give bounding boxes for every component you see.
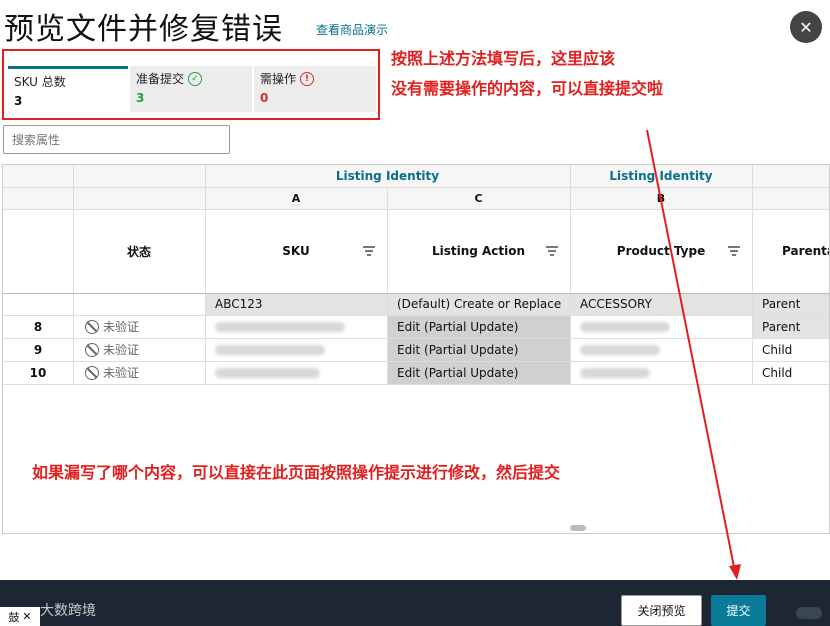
not-validated-icon — [85, 365, 99, 380]
product-type-column-header[interactable]: Product Type — [570, 209, 752, 293]
sku-cell[interactable] — [205, 315, 387, 338]
page-title: 预览文件并修复错误 — [4, 12, 283, 47]
group-header-blank — [752, 165, 829, 187]
filter-icon[interactable] — [363, 246, 375, 256]
default-parentage-cell[interactable]: Parent — [752, 293, 829, 315]
column-letter-c: C — [387, 187, 570, 209]
sku-total-card[interactable]: SKU 总数 3 — [8, 66, 128, 112]
check-circle-icon: ✓ — [188, 71, 203, 86]
default-action-cell[interactable]: (Default) Create or Replace — [387, 293, 570, 315]
sku-column-header[interactable]: SKU — [205, 209, 387, 293]
row-status: 未验证 — [73, 361, 205, 384]
tab-chip-label: 鼓 — [8, 610, 20, 624]
watermark: 大数跨境 — [40, 603, 96, 619]
default-sku-cell[interactable]: ABC123 — [205, 293, 387, 315]
product-type-cell[interactable] — [570, 361, 752, 384]
listing-action-cell[interactable]: Edit (Partial Update) — [387, 361, 570, 384]
parentage-cell[interactable]: Parent — [752, 315, 829, 338]
default-product-type-cell[interactable]: ACCESSORY — [570, 293, 752, 315]
horizontal-scrollbar[interactable] — [570, 525, 586, 531]
annotation-top: 按照上述方法填写后，这里应该 没有需要操作的内容，可以直接提交啦 — [391, 44, 791, 104]
row-status: 未验证 — [73, 315, 205, 338]
not-validated-icon — [85, 319, 99, 334]
close-icon[interactable]: ✕ — [22, 610, 31, 623]
default-row-number — [3, 293, 73, 315]
close-preview-button[interactable]: 关闭预览 — [621, 595, 702, 626]
grid-header-blank — [73, 165, 205, 187]
letter-row-blank — [3, 187, 205, 209]
footer-bar: 大数跨境 鼓 ✕ 关闭预览 提交 — [0, 580, 830, 626]
product-type-header-label: Product Type — [616, 244, 706, 258]
parentage-cell[interactable]: Child — [752, 338, 829, 361]
action-needed-label: 需操作 — [260, 72, 297, 86]
status-text: 未验证 — [103, 343, 140, 357]
column-letter-a: A — [205, 187, 387, 209]
filter-icon[interactable] — [546, 246, 558, 256]
sku-header-label: SKU — [282, 244, 310, 258]
action-needed-value: 0 — [260, 91, 269, 105]
sku-total-label: SKU 总数 — [14, 75, 66, 89]
sku-cell[interactable] — [205, 338, 387, 361]
product-type-cell[interactable] — [570, 338, 752, 361]
toggle-pill[interactable] — [796, 607, 822, 619]
parentage-column-header[interactable]: Parenta — [752, 209, 829, 293]
status-column-header: 状态 — [73, 209, 205, 293]
sku-cell[interactable] — [205, 361, 387, 384]
filter-icon[interactable] — [728, 246, 740, 256]
ready-value: 3 — [136, 91, 145, 105]
row-number: 10 — [3, 361, 73, 384]
annotation-bottom: 如果漏写了哪个内容，可以直接在此页面按照操作提示进行修改，然后提交 — [32, 463, 561, 482]
status-text: 未验证 — [103, 320, 140, 334]
view-demo-link[interactable]: 查看商品演示 — [316, 21, 388, 38]
annotation-top-line1: 按照上述方法填写后，这里应该 — [391, 49, 616, 68]
sku-total-value: 3 — [14, 94, 23, 108]
listing-action-cell[interactable]: Edit (Partial Update) — [387, 338, 570, 361]
product-type-cell[interactable] — [570, 315, 752, 338]
row-number: 9 — [3, 338, 73, 361]
not-validated-icon — [85, 342, 99, 357]
column-letter-blank — [752, 187, 829, 209]
parentage-cell[interactable]: Child — [752, 361, 829, 384]
listing-action-header-label: Listing Action — [431, 244, 526, 258]
row-number-header — [3, 209, 73, 293]
row-number: 8 — [3, 315, 73, 338]
default-row-status — [73, 293, 205, 315]
alert-circle-icon: ! — [300, 71, 315, 86]
preview-page: 预览文件并修复错误 查看商品演示 ✕ SKU 总数 3 准备提交 ✓ 3 需操作!… — [0, 0, 830, 626]
ready-to-submit-card[interactable]: 准备提交 ✓ 3 — [130, 66, 252, 112]
ready-label: 准备提交 — [136, 72, 185, 86]
column-letter-b: B — [570, 187, 752, 209]
group-header-listing-identity-1: Listing Identity — [205, 165, 570, 187]
search-attributes-input[interactable] — [3, 125, 230, 154]
grid-corner — [3, 165, 73, 187]
summary-highlight-box: SKU 总数 3 准备提交 ✓ 3 需操作! 0 — [2, 49, 380, 120]
listing-action-column-header[interactable]: Listing Action — [387, 209, 570, 293]
listing-action-cell[interactable]: Edit (Partial Update) — [387, 315, 570, 338]
submit-button[interactable]: 提交 — [711, 595, 766, 626]
status-text: 未验证 — [103, 366, 140, 380]
annotation-top-line2: 没有需要操作的内容，可以直接提交啦 — [391, 79, 664, 98]
action-needed-card[interactable]: 需操作! 0 — [254, 66, 376, 112]
tab-chip[interactable]: 鼓 ✕ — [0, 607, 40, 626]
close-icon[interactable]: ✕ — [790, 11, 822, 43]
row-status: 未验证 — [73, 338, 205, 361]
group-header-listing-identity-2: Listing Identity — [570, 165, 752, 187]
